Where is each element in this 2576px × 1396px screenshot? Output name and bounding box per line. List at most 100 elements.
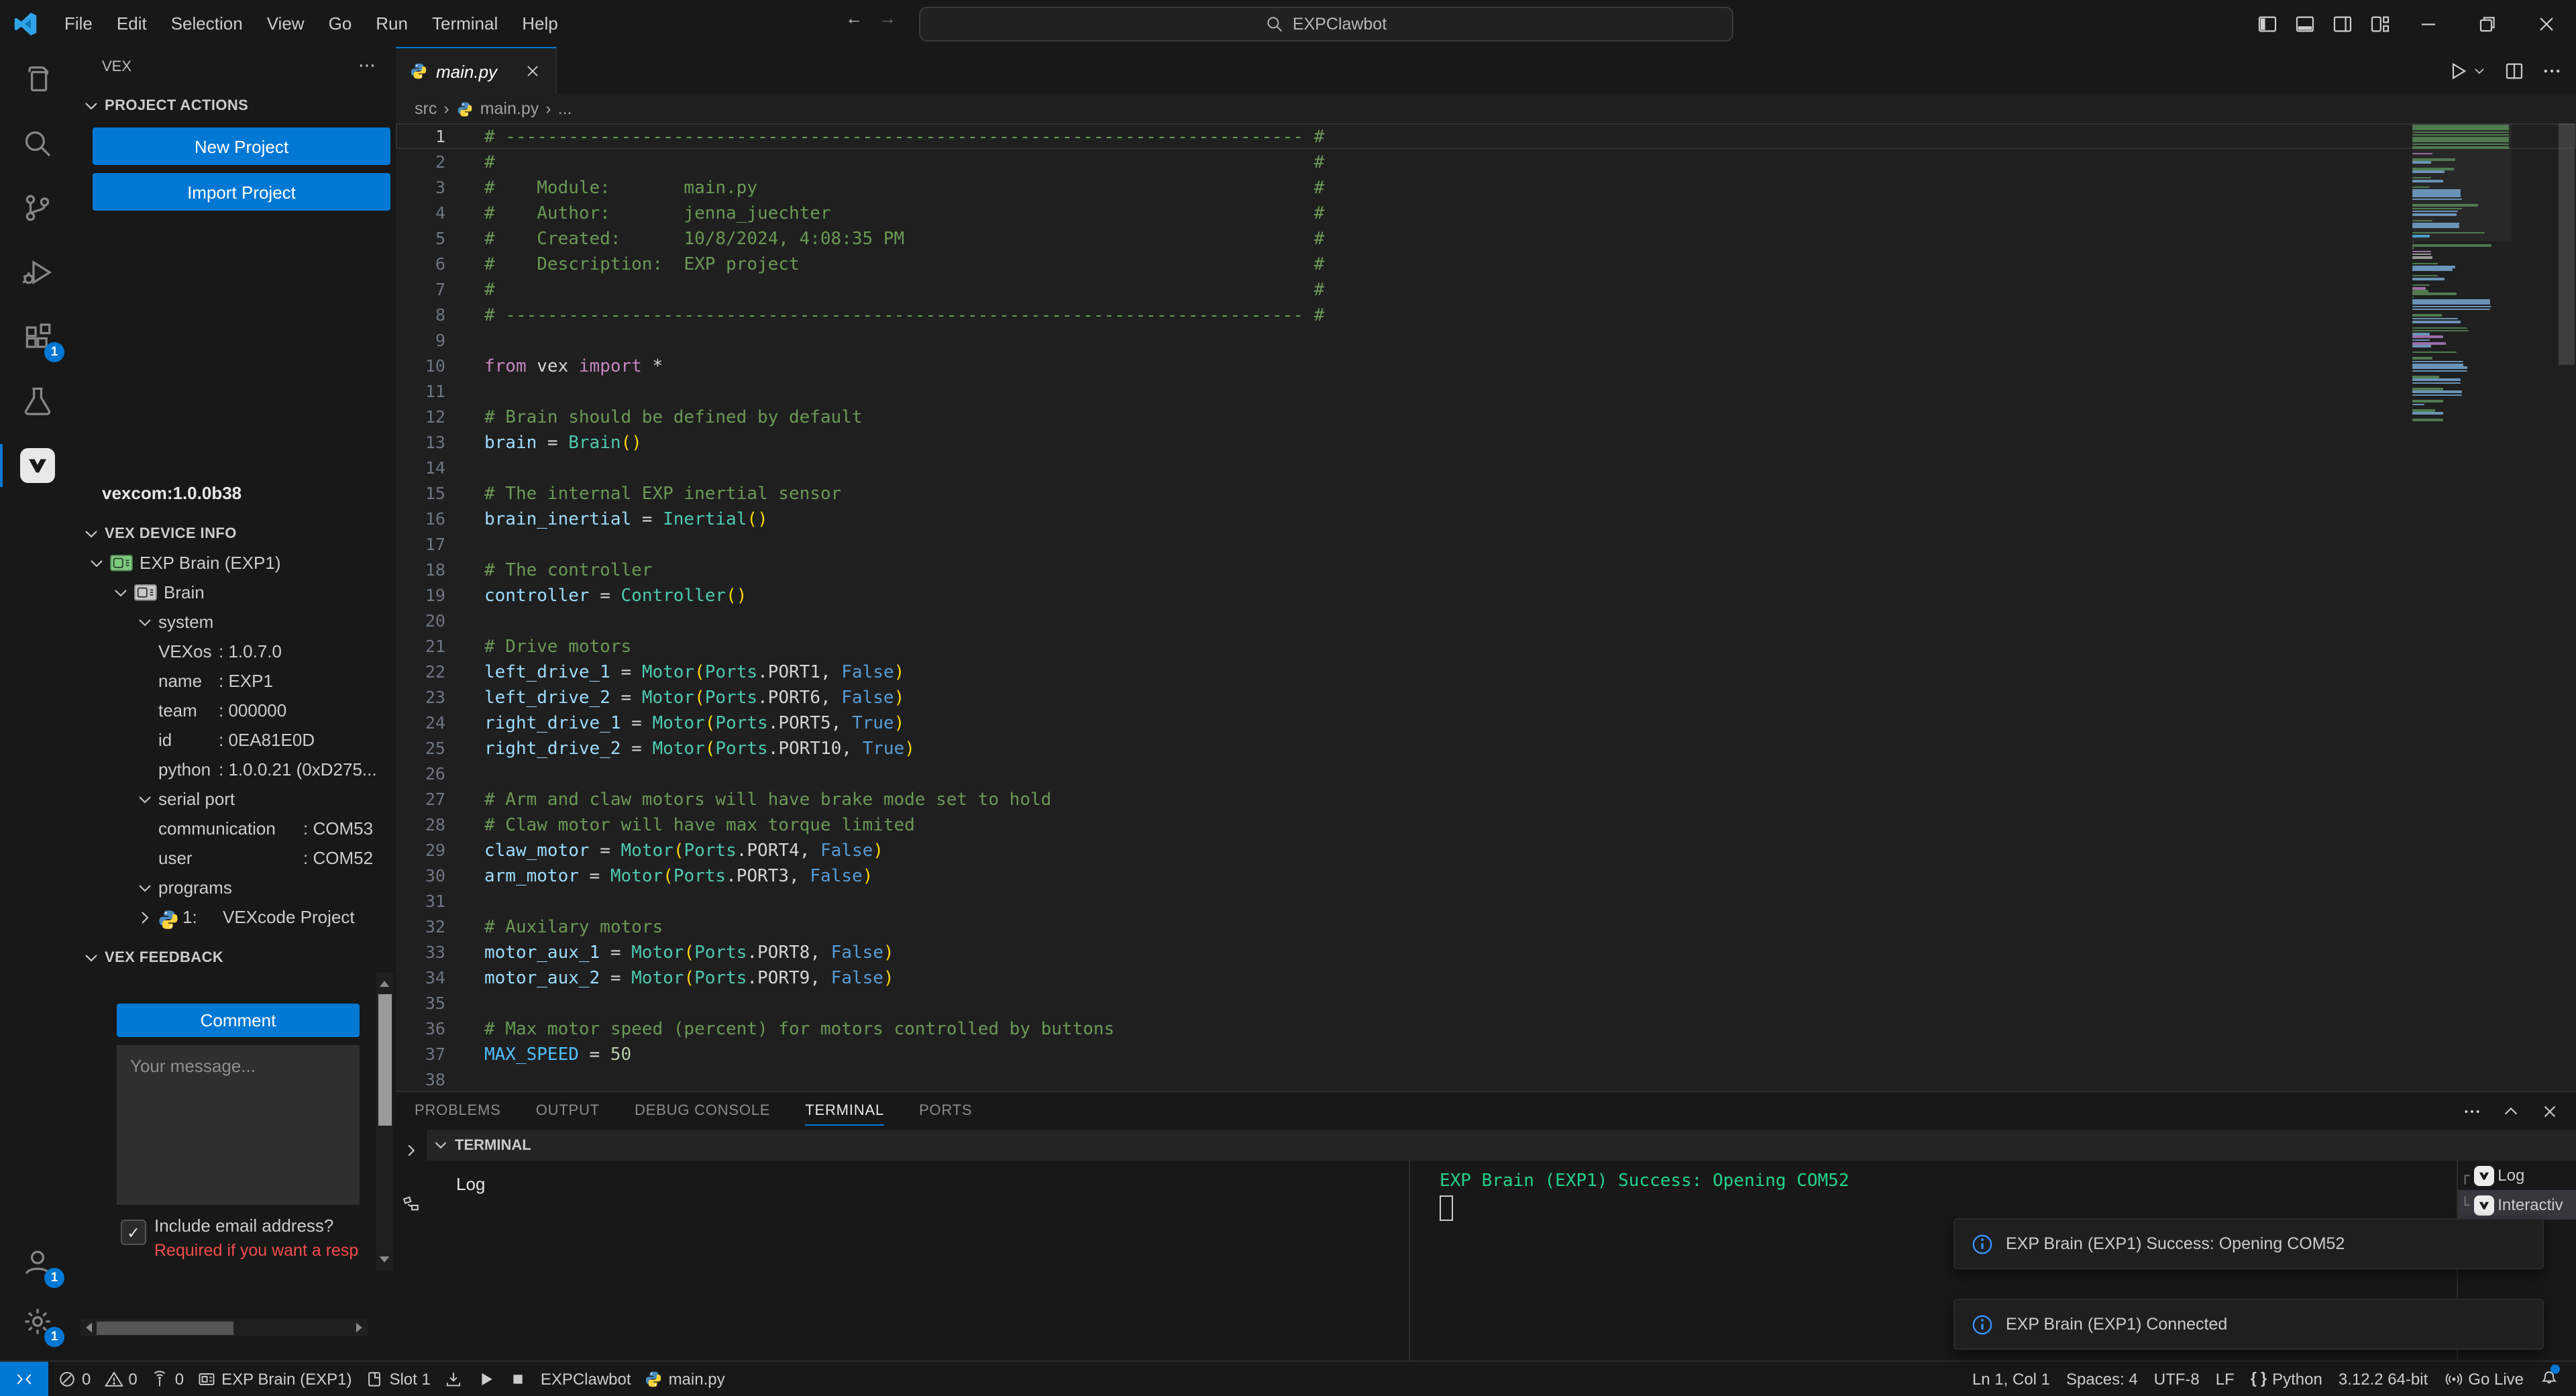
scrollbar-thumb[interactable] bbox=[378, 994, 391, 1126]
section-vex-feedback[interactable]: VEX FEEDBACK bbox=[75, 943, 396, 973]
statusbar-run-program[interactable] bbox=[470, 1362, 502, 1396]
statusbar-project-name[interactable]: EXPClawbot bbox=[534, 1362, 638, 1396]
breadcrumb-item[interactable]: src bbox=[415, 99, 437, 118]
close-tab-icon[interactable] bbox=[523, 62, 542, 80]
tree-item-id[interactable]: id: 0EA81E0D bbox=[75, 726, 396, 755]
tree-item-programs[interactable]: programs bbox=[75, 873, 396, 903]
tree-item-brain[interactable]: Brain bbox=[75, 578, 396, 608]
run-python-file-icon[interactable] bbox=[2447, 60, 2469, 81]
menu-run[interactable]: Run bbox=[364, 13, 420, 33]
rail-split-terminal-icon[interactable] bbox=[401, 1194, 421, 1214]
statusbar-download[interactable] bbox=[437, 1362, 470, 1396]
minimize-button[interactable] bbox=[2399, 0, 2458, 47]
restore-button[interactable] bbox=[2458, 0, 2517, 47]
toggle-primary-sidebar-button[interactable] bbox=[2249, 0, 2285, 47]
run-dropdown-icon[interactable] bbox=[2471, 62, 2487, 78]
statusbar-active-file[interactable]: main.py bbox=[638, 1362, 732, 1396]
scrollbar-thumb[interactable] bbox=[97, 1321, 233, 1334]
tree-item-python[interactable]: python: 1.0.0.21 (0xD275... bbox=[75, 755, 396, 785]
tree-item-exp-brain-exp1-[interactable]: EXP Brain (EXP1) bbox=[75, 549, 396, 578]
terminal-instance-interactiv[interactable]: └Interactiv bbox=[2458, 1190, 2576, 1220]
statusbar-go-live[interactable]: Go Live bbox=[2437, 1362, 2530, 1396]
tree-item-user[interactable]: user: COM52 bbox=[75, 844, 396, 873]
panel-tab-problems[interactable]: PROBLEMS bbox=[415, 1092, 501, 1130]
statusbar-encoding[interactable]: UTF-8 bbox=[2147, 1362, 2206, 1396]
activity-extensions[interactable]: 1 bbox=[0, 305, 75, 369]
close-button[interactable] bbox=[2517, 0, 2576, 47]
scroll-right-icon[interactable] bbox=[350, 1319, 368, 1336]
menu-help[interactable]: Help bbox=[510, 13, 570, 33]
sidebar-more-actions[interactable]: ⋯ bbox=[358, 55, 377, 76]
comment-button[interactable]: Comment bbox=[117, 1004, 360, 1037]
tree-item-1-[interactable]: 1:VEXcode Project bbox=[75, 903, 396, 932]
tree-item-serial-port[interactable]: serial port bbox=[75, 785, 396, 814]
activity-vex[interactable] bbox=[0, 433, 75, 498]
breadcrumb-item[interactable]: main.py bbox=[480, 99, 539, 118]
statusbar-radio[interactable]: 0 bbox=[144, 1362, 191, 1396]
notification-toast[interactable]: EXP Brain (EXP1) Connected bbox=[1953, 1299, 2544, 1350]
command-center-search[interactable]: EXPClawbot bbox=[919, 7, 1733, 42]
sidebar-vertical-scrollbar[interactable] bbox=[376, 973, 393, 1271]
statusbar-warnings[interactable]: 0 bbox=[97, 1362, 144, 1396]
tree-item-name[interactable]: name: EXP1 bbox=[75, 667, 396, 696]
tab-main-py[interactable]: main.py bbox=[396, 47, 557, 94]
customize-layout-button[interactable] bbox=[2361, 0, 2398, 47]
statusbar-vex-device[interactable]: EXP Brain (EXP1) bbox=[191, 1362, 358, 1396]
new-project-button[interactable]: New Project bbox=[93, 127, 390, 165]
menu-terminal[interactable]: Terminal bbox=[420, 13, 510, 33]
terminal-instance-log[interactable]: ┌Log bbox=[2458, 1161, 2576, 1190]
statusbar-slot[interactable]: Slot 1 bbox=[358, 1362, 437, 1396]
statusbar-python-interpreter[interactable]: 3.12.2 64-bit bbox=[2332, 1362, 2434, 1396]
scrollbar-thumb[interactable] bbox=[2559, 123, 2575, 365]
statusbar-errors[interactable]: 0 bbox=[51, 1362, 97, 1396]
menu-view[interactable]: View bbox=[255, 13, 317, 33]
statusbar-indentation[interactable]: Spaces: 4 bbox=[2059, 1362, 2145, 1396]
activity-search[interactable] bbox=[0, 111, 75, 176]
statusbar-cursor-position[interactable]: Ln 1, Col 1 bbox=[1966, 1362, 2057, 1396]
panel-tab-ports[interactable]: PORTS bbox=[919, 1092, 972, 1130]
forward-arrow-icon[interactable]: → bbox=[879, 8, 896, 28]
back-arrow-icon[interactable]: ← bbox=[845, 8, 863, 28]
tree-item-communication[interactable]: communication: COM53 bbox=[75, 814, 396, 844]
scroll-up-icon[interactable] bbox=[376, 975, 393, 993]
activity-settings[interactable]: 1 bbox=[0, 1289, 75, 1354]
tree-item-vexos[interactable]: VEXos: 1.0.7.0 bbox=[75, 637, 396, 667]
editor-scrollbar[interactable] bbox=[2557, 123, 2576, 1092]
menu-file[interactable]: File bbox=[52, 13, 105, 33]
breadcrumb[interactable]: src›main.py›... bbox=[396, 94, 2576, 123]
feedback-message-input[interactable] bbox=[117, 1045, 360, 1205]
code-editor[interactable]: 1# -------------------------------------… bbox=[396, 123, 2576, 1092]
split-editor-icon[interactable] bbox=[2504, 60, 2525, 81]
menu-edit[interactable]: Edit bbox=[105, 13, 159, 33]
activity-explorer[interactable] bbox=[0, 47, 75, 111]
panel-tab-terminal[interactable]: TERMINAL bbox=[805, 1092, 884, 1130]
more-actions-icon[interactable] bbox=[2541, 60, 2563, 81]
menu-selection[interactable]: Selection bbox=[159, 13, 255, 33]
toggle-panel-button[interactable] bbox=[2286, 0, 2322, 47]
statusbar-notifications-bell[interactable] bbox=[2533, 1362, 2565, 1396]
tree-item-system[interactable]: system bbox=[75, 608, 396, 637]
maximize-panel-icon[interactable] bbox=[2501, 1101, 2521, 1121]
tree-item-team[interactable]: team: 000000 bbox=[75, 696, 396, 726]
panel-tab-output[interactable]: OUTPUT bbox=[536, 1092, 600, 1130]
activity-accounts[interactable]: 1 bbox=[0, 1230, 75, 1295]
activity-source-control[interactable] bbox=[0, 176, 75, 240]
breadcrumb-item[interactable]: ... bbox=[558, 99, 572, 118]
terminal-section-header[interactable]: TERMINAL bbox=[427, 1130, 2576, 1161]
remote-indicator[interactable] bbox=[0, 1362, 48, 1396]
close-panel-icon[interactable] bbox=[2540, 1101, 2560, 1121]
notification-toast[interactable]: EXP Brain (EXP1) Success: Opening COM52 bbox=[1953, 1218, 2544, 1269]
rail-chevron-right-icon[interactable] bbox=[401, 1140, 421, 1161]
activity-run-debug[interactable] bbox=[0, 240, 75, 305]
terminal-pane-left[interactable]: Log bbox=[427, 1161, 1410, 1362]
minimap[interactable] bbox=[2412, 125, 2512, 422]
section-project-actions[interactable]: PROJECT ACTIONS bbox=[75, 91, 396, 121]
sidebar-horizontal-scrollbar[interactable] bbox=[80, 1319, 368, 1336]
statusbar-eol[interactable]: LF bbox=[2209, 1362, 2241, 1396]
activity-testing[interactable] bbox=[0, 369, 75, 433]
toggle-secondary-sidebar-button[interactable] bbox=[2324, 0, 2360, 47]
statusbar-language-mode[interactable]: { }Python bbox=[2244, 1362, 2329, 1396]
menu-go[interactable]: Go bbox=[317, 13, 364, 33]
section-vex-device-info[interactable]: VEX DEVICE INFO bbox=[75, 519, 396, 549]
panel-tab-debug-console[interactable]: DEBUG CONSOLE bbox=[635, 1092, 770, 1130]
